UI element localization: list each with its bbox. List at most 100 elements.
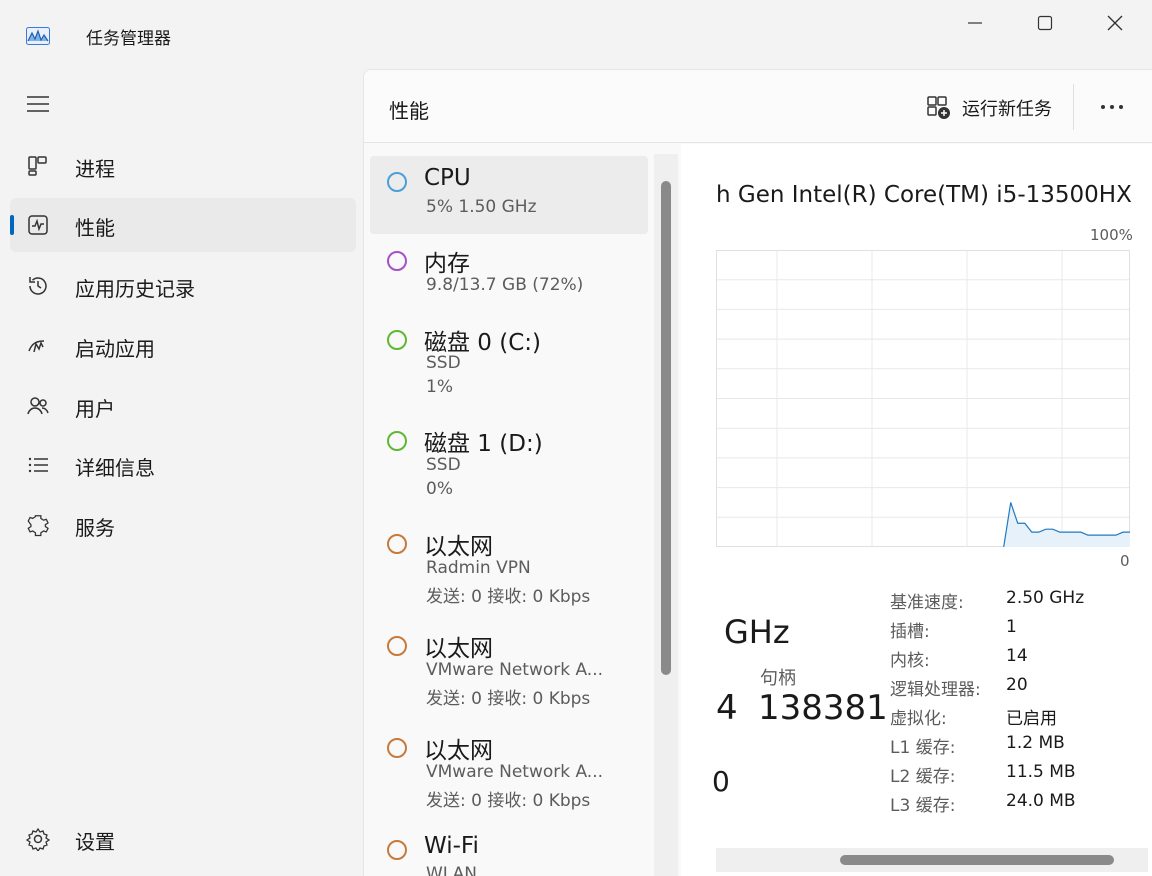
close-icon [1107, 15, 1123, 31]
sidebar-item-label: 应用历史记录 [75, 277, 195, 301]
cpu-utilization-area [1003, 502, 1130, 547]
device-list: CPU 5% 1.50 GHz 内存 9.8/13.7 GB (72%) 磁盘 … [364, 144, 661, 876]
spec-label: 插槽: [890, 622, 930, 642]
device-name: Wi-Fi [424, 833, 479, 859]
cpu-utilization-chart [716, 250, 1130, 547]
device-item-disk-0[interactable]: 磁盘 0 (C:) SSD 1% [370, 314, 648, 414]
spec-label: 内核: [890, 651, 930, 671]
history-icon [29, 277, 47, 295]
device-detail: 发送: 0 接收: 0 Kbps [426, 689, 591, 709]
spec-label: L3 缓存: [890, 796, 956, 816]
details-icon [28, 457, 48, 473]
spec-label: 逻辑处理器: [890, 680, 981, 700]
disk-status-dot [387, 330, 407, 350]
network-status-dot [387, 534, 407, 554]
device-detail: 5% 1.50 GHz [426, 197, 537, 217]
sidebar-item-settings[interactable]: 设置 [10, 812, 356, 866]
device-item-ethernet-vmware-2[interactable]: 以太网 VMware Network A... 发送: 0 接收: 0 Kbps [370, 722, 648, 822]
threads-value-fragment: 4 [716, 688, 738, 728]
spec-value: 已启用 [1006, 709, 1057, 729]
chart-min-label: 0 [1120, 552, 1130, 570]
spec-value: 1 [1006, 617, 1017, 637]
device-name: 磁盘 0 (C:) [424, 330, 542, 356]
device-list-scrollbar-thumb[interactable] [661, 181, 671, 675]
maximize-button[interactable] [1022, 8, 1068, 38]
device-name: 以太网 [424, 738, 493, 764]
active-indicator [10, 215, 14, 235]
device-detail: 0% [426, 479, 453, 499]
startup-icon [28, 340, 45, 353]
page-title: 性能 [389, 99, 429, 123]
device-item-cpu[interactable]: CPU 5% 1.50 GHz [370, 156, 648, 234]
sidebar-item-label: 服务 [75, 516, 115, 540]
title-bar: 任务管理器 [0, 0, 1152, 70]
spec-value: 14 [1006, 646, 1028, 666]
device-item-ethernet-vmware-1[interactable]: 以太网 VMware Network A... 发送: 0 接收: 0 Kbps [370, 620, 648, 720]
device-detail: 9.8/13.7 GB (72%) [426, 275, 584, 295]
spec-label: L2 缓存: [890, 767, 956, 787]
processes-icon [28, 156, 47, 176]
spec-value: 1.2 MB [1006, 733, 1065, 753]
users-icon [27, 397, 49, 415]
sidebar-item-services[interactable]: 服务 [10, 498, 356, 552]
device-detail: VMware Network A... [426, 762, 604, 782]
spec-label: 基准速度: [890, 593, 964, 613]
sidebar-item-processes[interactable]: 进程 [10, 139, 356, 193]
minimize-button[interactable] [952, 8, 998, 38]
sidebar-item-startup-apps[interactable]: 启动应用 [10, 319, 356, 373]
device-detail: SSD [426, 353, 461, 373]
spec-value: 2.50 GHz [1006, 588, 1085, 608]
device-item-ethernet-radmin[interactable]: 以太网 Radmin VPN 发送: 0 接收: 0 Kbps [370, 518, 648, 618]
device-item-disk-1[interactable]: 磁盘 1 (D:) SSD 0% [370, 415, 648, 515]
run-new-task-icon [927, 96, 950, 119]
device-name: CPU [424, 165, 471, 191]
services-icon [27, 515, 49, 537]
spec-value: 24.0 MB [1006, 791, 1076, 811]
maximize-icon [1037, 15, 1053, 31]
cpu-status-dot [387, 172, 407, 192]
spec-label: 虚拟化: [890, 709, 947, 729]
close-button[interactable] [1092, 8, 1138, 38]
app-title: 任务管理器 [86, 29, 171, 49]
detail-horizontal-scrollbar-thumb[interactable] [840, 855, 1114, 865]
device-name: 以太网 [424, 636, 493, 662]
sidebar-item-label: 进程 [75, 157, 115, 181]
device-detail: WLAN [426, 864, 478, 876]
sidebar-item-details[interactable]: 详细信息 [10, 438, 356, 492]
sidebar-item-label: 详细信息 [75, 456, 155, 480]
network-status-dot [387, 738, 407, 758]
spec-label: L1 缓存: [890, 738, 956, 758]
run-new-task-button[interactable]: 运行新任务 [926, 94, 1052, 122]
page-header: 性能 运行新任务 [364, 70, 1152, 143]
device-detail: SSD [426, 455, 461, 475]
device-name: 磁盘 1 (D:) [424, 431, 543, 457]
more-options-icon[interactable] [1099, 100, 1125, 114]
handles-label: 句柄 [760, 668, 796, 689]
speed-unit-fragment: GHz [724, 613, 790, 651]
device-item-memory[interactable]: 内存 9.8/13.7 GB (72%) [370, 235, 648, 313]
run-new-task-label: 运行新任务 [962, 99, 1052, 120]
header-divider [1073, 84, 1074, 130]
gear-icon [26, 827, 50, 851]
network-status-dot [387, 840, 407, 860]
spec-value: 20 [1006, 675, 1028, 695]
device-detail: 1% [426, 377, 453, 397]
sidebar-item-performance[interactable]: 性能 [10, 198, 356, 252]
device-detail: VMware Network A... [426, 660, 604, 680]
device-detail: 发送: 0 接收: 0 Kbps [426, 791, 591, 811]
device-name: 以太网 [424, 534, 493, 560]
sidebar-item-label: 用户 [75, 397, 115, 421]
hamburger-menu-icon[interactable] [24, 92, 52, 116]
chart-max-label: 100% [1090, 226, 1133, 244]
uptime-value-fragment: 0 [712, 765, 730, 798]
device-item-wifi[interactable]: Wi-Fi WLAN [370, 824, 648, 876]
network-status-dot [387, 636, 407, 656]
cpu-model-name: h Gen Intel(R) Core(TM) i5-13500HX [716, 182, 1132, 208]
disk-status-dot [387, 431, 407, 451]
device-detail: Radmin VPN [426, 558, 531, 578]
sidebar-item-app-history[interactable]: 应用历史记录 [10, 259, 356, 313]
sidebar-item-users[interactable]: 用户 [10, 379, 356, 433]
memory-status-dot [387, 251, 407, 271]
settings-label: 设置 [75, 830, 115, 854]
device-name: 内存 [424, 251, 470, 277]
